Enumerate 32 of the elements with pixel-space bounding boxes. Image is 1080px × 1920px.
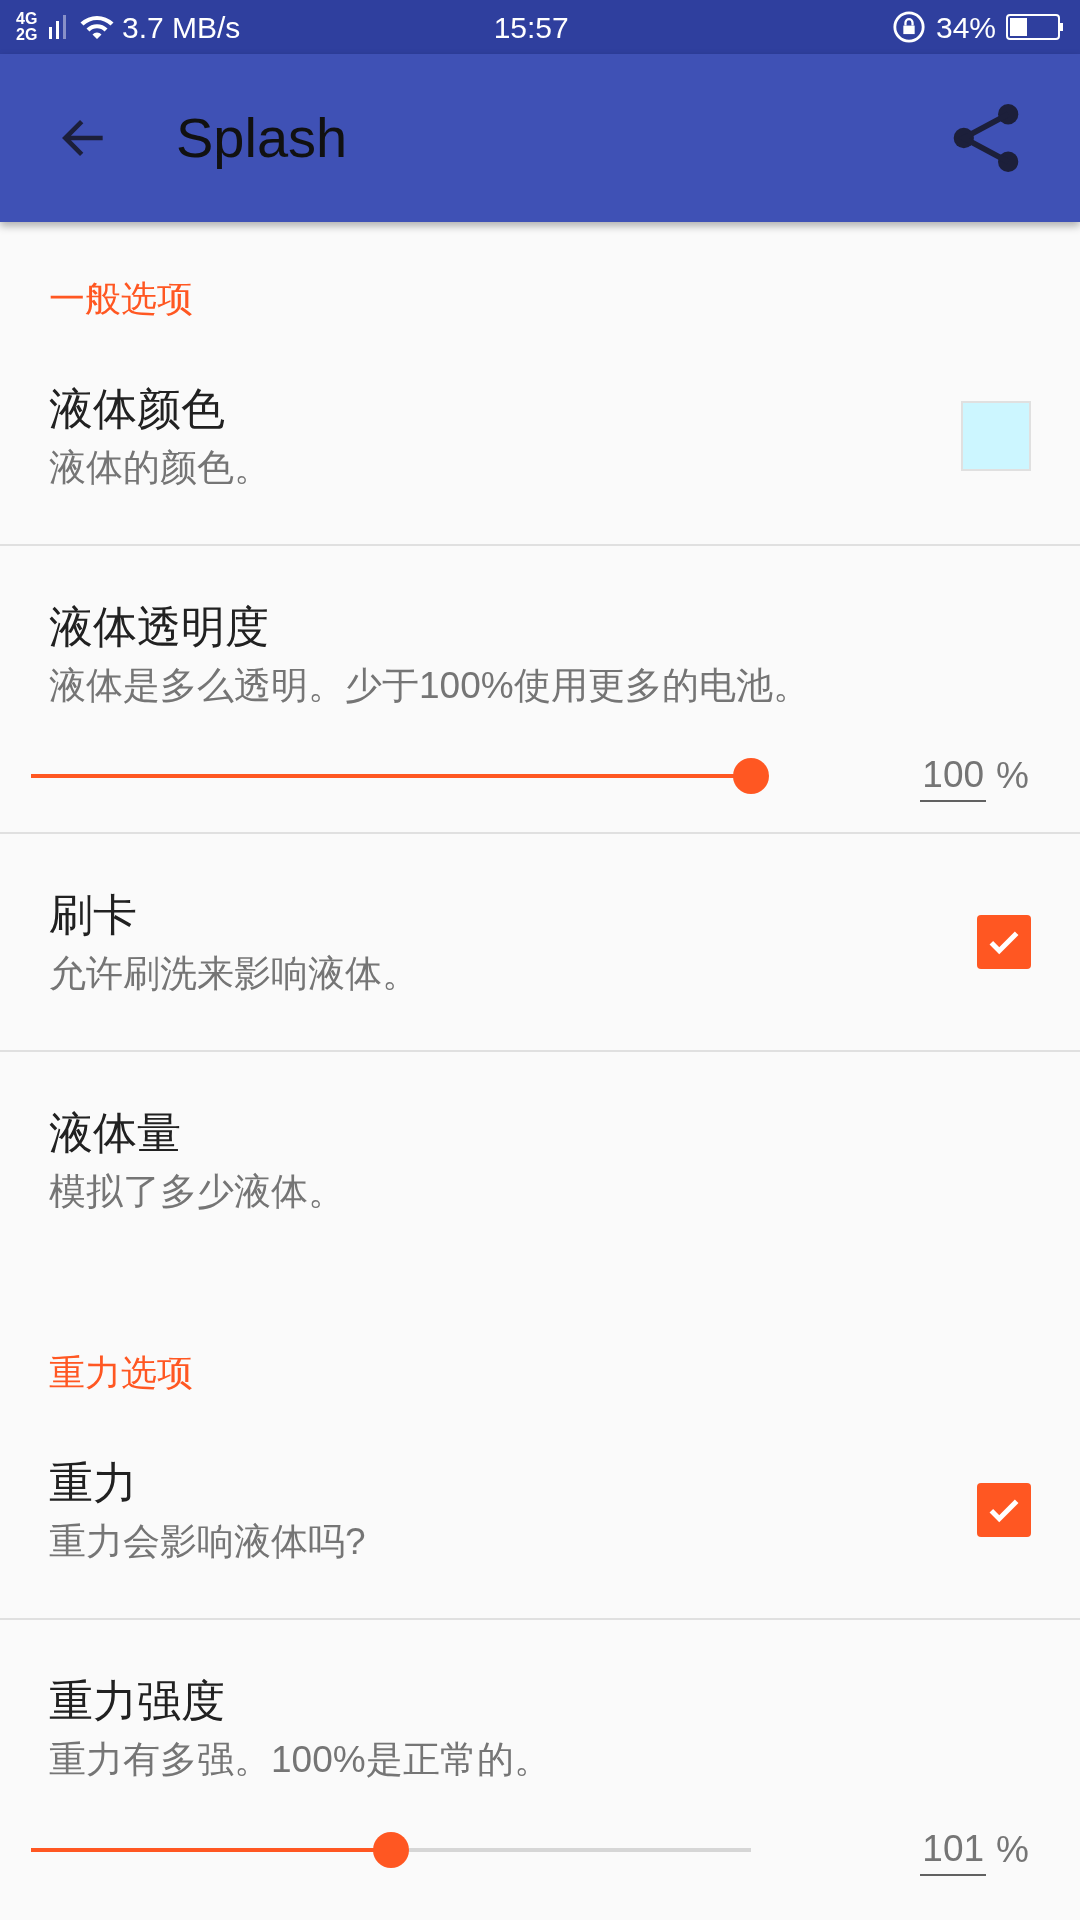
section-header: 重力选项 — [49, 1352, 193, 1393]
setting-title: 液体透明度 — [49, 601, 270, 653]
setting-summary: 允许刷洗来影响液体。 — [49, 952, 419, 996]
slider-thumb[interactable] — [373, 1832, 409, 1868]
setting-summary: 重力有多强。100%是正常的。 — [49, 1738, 551, 1782]
network-speed: 3.7 MB/s — [122, 9, 241, 46]
checkbox[interactable] — [977, 1483, 1031, 1537]
setting-title: 重力强度 — [49, 1675, 226, 1727]
section-header: 一般选项 — [49, 278, 193, 319]
network-type: 4G 2G — [16, 11, 39, 43]
setting-title: 液体颜色 — [49, 383, 226, 435]
color-swatch[interactable] — [961, 401, 1031, 471]
signal-icon — [48, 13, 68, 41]
battery-percent: 34% — [935, 9, 996, 46]
setting-summary: 重力会影响液体吗? — [49, 1520, 366, 1564]
unit-label: % — [996, 1828, 1029, 1872]
rotation-lock-icon — [891, 10, 926, 44]
slider[interactable] — [31, 758, 769, 794]
setting-title: 重力 — [49, 1457, 138, 1509]
setting-summary: 模拟了多少液体。 — [49, 1170, 345, 1214]
value-field[interactable]: 100 — [920, 750, 987, 802]
unit-label: % — [996, 754, 1029, 798]
battery-icon — [1006, 13, 1064, 41]
setting-title: 刷卡 — [49, 889, 138, 941]
value-field[interactable]: 101 — [920, 1824, 987, 1876]
checkbox[interactable] — [977, 915, 1031, 969]
slider-thumb[interactable] — [733, 758, 769, 794]
setting-summary: 液体是多么透明。少于100%使用更多的电池。 — [49, 664, 810, 708]
setting-title: 液体量 — [49, 1107, 182, 1159]
clock: 15:57 — [493, 9, 569, 46]
app-bar-title: Splash — [176, 105, 348, 171]
setting-summary: 液体的颜色。 — [49, 446, 271, 490]
